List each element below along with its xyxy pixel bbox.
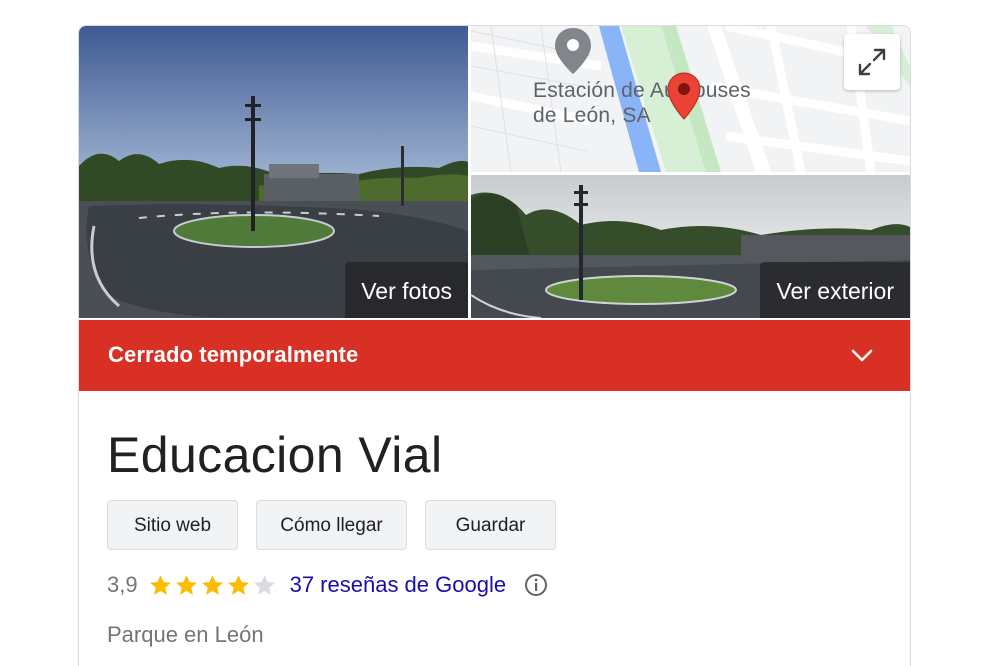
star-empty-icon [253, 574, 275, 595]
chevron-down-icon [851, 349, 873, 362]
info-icon-graphic [525, 574, 548, 596]
status-text: Cerrado temporalmente [108, 342, 359, 367]
star-filled-icon [149, 574, 171, 595]
map-preview[interactable]: Estación de Autobuses de León, SA [471, 26, 910, 172]
directions-button[interactable]: Cómo llegar [256, 500, 407, 550]
view-photos-button[interactable]: Ver fotos [345, 262, 468, 318]
street-view-photo[interactable]: Ver exterior [471, 175, 910, 318]
info-icon[interactable] [524, 573, 548, 597]
expand-icon [858, 48, 886, 76]
map-pin-icon [667, 72, 701, 120]
status-banner[interactable]: Cerrado temporalmente [79, 320, 910, 391]
place-category: Parque en León [107, 622, 264, 647]
knowledge-panel: Ver fotos Estación de Autobuses de León,… [78, 25, 911, 666]
map-label-line1: Estación de Autobuses [533, 79, 751, 102]
save-button[interactable]: Guardar [425, 500, 556, 550]
map-label: Estación de Autobuses de León, SA [533, 78, 751, 128]
place-title: Educacion Vial [107, 427, 443, 483]
website-button[interactable]: Sitio web [107, 500, 238, 550]
rating-stars [148, 573, 278, 598]
map-label-line2: de León, SA [533, 104, 651, 127]
star-filled-icon [175, 574, 197, 595]
rating-value: 3,9 [107, 572, 138, 597]
reviews-link[interactable]: 37 reseñas de Google [290, 572, 507, 598]
view-exterior-button[interactable]: Ver exterior [760, 262, 910, 318]
rating-row: 3,9 37 reseñas de Google [107, 570, 548, 600]
expand-map-button[interactable] [844, 34, 900, 90]
main-photo[interactable]: Ver fotos [79, 26, 468, 318]
media-grid: Ver fotos Estación de Autobuses de León,… [79, 26, 910, 318]
star-filled-icon [227, 574, 249, 595]
star-filled-icon [201, 574, 223, 595]
